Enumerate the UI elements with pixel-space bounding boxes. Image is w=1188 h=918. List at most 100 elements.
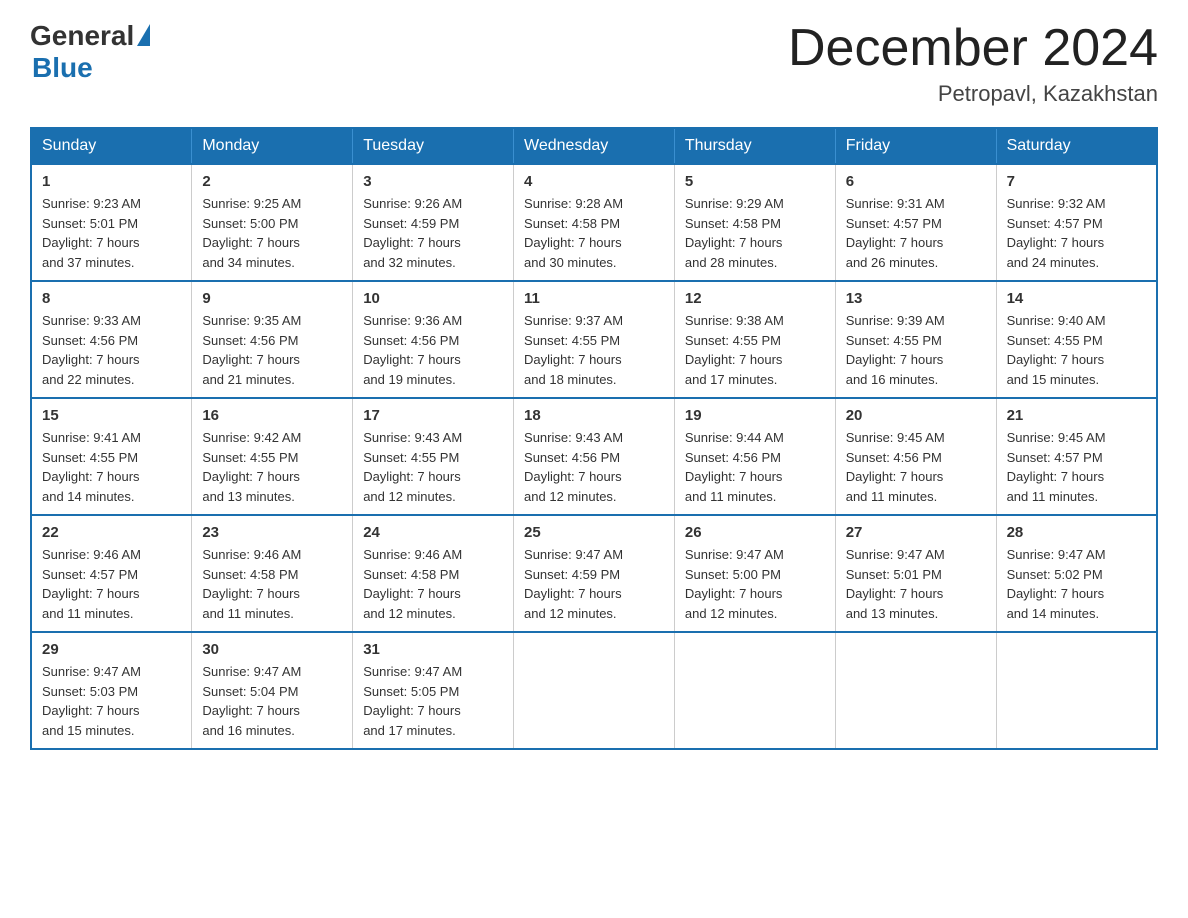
- day-number: 7: [1007, 173, 1146, 190]
- col-header-monday: Monday: [192, 128, 353, 164]
- day-cell: 12 Sunrise: 9:38 AM Sunset: 4:55 PM Dayl…: [674, 281, 835, 398]
- day-cell: 3 Sunrise: 9:26 AM Sunset: 4:59 PM Dayli…: [353, 164, 514, 281]
- day-info: Sunrise: 9:42 AM Sunset: 4:55 PM Dayligh…: [202, 428, 342, 506]
- day-cell: 16 Sunrise: 9:42 AM Sunset: 4:55 PM Dayl…: [192, 398, 353, 515]
- day-cell: 21 Sunrise: 9:45 AM Sunset: 4:57 PM Dayl…: [996, 398, 1157, 515]
- day-cell: 18 Sunrise: 9:43 AM Sunset: 4:56 PM Dayl…: [514, 398, 675, 515]
- day-number: 31: [363, 641, 503, 658]
- day-cell: [514, 632, 675, 749]
- day-cell: 24 Sunrise: 9:46 AM Sunset: 4:58 PM Dayl…: [353, 515, 514, 632]
- day-info: Sunrise: 9:45 AM Sunset: 4:56 PM Dayligh…: [846, 428, 986, 506]
- day-number: 28: [1007, 524, 1146, 541]
- day-number: 16: [202, 407, 342, 424]
- logo-triangle-icon: [137, 24, 150, 46]
- day-number: 24: [363, 524, 503, 541]
- day-cell: 5 Sunrise: 9:29 AM Sunset: 4:58 PM Dayli…: [674, 164, 835, 281]
- col-header-wednesday: Wednesday: [514, 128, 675, 164]
- day-info: Sunrise: 9:33 AM Sunset: 4:56 PM Dayligh…: [42, 311, 181, 389]
- day-cell: 27 Sunrise: 9:47 AM Sunset: 5:01 PM Dayl…: [835, 515, 996, 632]
- day-cell: 22 Sunrise: 9:46 AM Sunset: 4:57 PM Dayl…: [31, 515, 192, 632]
- day-number: 27: [846, 524, 986, 541]
- day-cell: 9 Sunrise: 9:35 AM Sunset: 4:56 PM Dayli…: [192, 281, 353, 398]
- day-number: 14: [1007, 290, 1146, 307]
- day-info: Sunrise: 9:37 AM Sunset: 4:55 PM Dayligh…: [524, 311, 664, 389]
- page-header: General Blue December 2024 Petropavl, Ka…: [30, 20, 1158, 107]
- day-number: 1: [42, 173, 181, 190]
- day-info: Sunrise: 9:38 AM Sunset: 4:55 PM Dayligh…: [685, 311, 825, 389]
- day-info: Sunrise: 9:46 AM Sunset: 4:57 PM Dayligh…: [42, 545, 181, 623]
- day-info: Sunrise: 9:43 AM Sunset: 4:55 PM Dayligh…: [363, 428, 503, 506]
- logo-general-text: General: [30, 20, 134, 52]
- day-cell: 4 Sunrise: 9:28 AM Sunset: 4:58 PM Dayli…: [514, 164, 675, 281]
- day-number: 17: [363, 407, 503, 424]
- day-info: Sunrise: 9:32 AM Sunset: 4:57 PM Dayligh…: [1007, 194, 1146, 272]
- day-info: Sunrise: 9:39 AM Sunset: 4:55 PM Dayligh…: [846, 311, 986, 389]
- day-cell: 17 Sunrise: 9:43 AM Sunset: 4:55 PM Dayl…: [353, 398, 514, 515]
- day-cell: 31 Sunrise: 9:47 AM Sunset: 5:05 PM Dayl…: [353, 632, 514, 749]
- day-number: 22: [42, 524, 181, 541]
- col-header-tuesday: Tuesday: [353, 128, 514, 164]
- week-row-5: 29 Sunrise: 9:47 AM Sunset: 5:03 PM Dayl…: [31, 632, 1157, 749]
- week-row-4: 22 Sunrise: 9:46 AM Sunset: 4:57 PM Dayl…: [31, 515, 1157, 632]
- day-info: Sunrise: 9:43 AM Sunset: 4:56 PM Dayligh…: [524, 428, 664, 506]
- week-row-1: 1 Sunrise: 9:23 AM Sunset: 5:01 PM Dayli…: [31, 164, 1157, 281]
- day-number: 4: [524, 173, 664, 190]
- calendar-table: SundayMondayTuesdayWednesdayThursdayFrid…: [30, 127, 1158, 750]
- day-cell: 10 Sunrise: 9:36 AM Sunset: 4:56 PM Dayl…: [353, 281, 514, 398]
- day-cell: 14 Sunrise: 9:40 AM Sunset: 4:55 PM Dayl…: [996, 281, 1157, 398]
- day-number: 2: [202, 173, 342, 190]
- day-info: Sunrise: 9:44 AM Sunset: 4:56 PM Dayligh…: [685, 428, 825, 506]
- day-info: Sunrise: 9:46 AM Sunset: 4:58 PM Dayligh…: [202, 545, 342, 623]
- day-number: 19: [685, 407, 825, 424]
- header-row: SundayMondayTuesdayWednesdayThursdayFrid…: [31, 128, 1157, 164]
- day-number: 10: [363, 290, 503, 307]
- day-info: Sunrise: 9:29 AM Sunset: 4:58 PM Dayligh…: [685, 194, 825, 272]
- day-number: 3: [363, 173, 503, 190]
- day-cell: 29 Sunrise: 9:47 AM Sunset: 5:03 PM Dayl…: [31, 632, 192, 749]
- day-cell: 30 Sunrise: 9:47 AM Sunset: 5:04 PM Dayl…: [192, 632, 353, 749]
- day-number: 8: [42, 290, 181, 307]
- logo: General Blue: [30, 20, 150, 84]
- day-info: Sunrise: 9:47 AM Sunset: 4:59 PM Dayligh…: [524, 545, 664, 623]
- calendar-title: December 2024: [788, 20, 1158, 77]
- day-number: 18: [524, 407, 664, 424]
- day-info: Sunrise: 9:47 AM Sunset: 5:01 PM Dayligh…: [846, 545, 986, 623]
- day-number: 30: [202, 641, 342, 658]
- day-cell: 19 Sunrise: 9:44 AM Sunset: 4:56 PM Dayl…: [674, 398, 835, 515]
- day-cell: [996, 632, 1157, 749]
- day-cell: 23 Sunrise: 9:46 AM Sunset: 4:58 PM Dayl…: [192, 515, 353, 632]
- day-info: Sunrise: 9:47 AM Sunset: 5:03 PM Dayligh…: [42, 662, 181, 740]
- week-row-3: 15 Sunrise: 9:41 AM Sunset: 4:55 PM Dayl…: [31, 398, 1157, 515]
- day-number: 20: [846, 407, 986, 424]
- day-cell: 26 Sunrise: 9:47 AM Sunset: 5:00 PM Dayl…: [674, 515, 835, 632]
- day-number: 5: [685, 173, 825, 190]
- day-cell: 25 Sunrise: 9:47 AM Sunset: 4:59 PM Dayl…: [514, 515, 675, 632]
- day-info: Sunrise: 9:40 AM Sunset: 4:55 PM Dayligh…: [1007, 311, 1146, 389]
- day-number: 15: [42, 407, 181, 424]
- day-cell: 15 Sunrise: 9:41 AM Sunset: 4:55 PM Dayl…: [31, 398, 192, 515]
- day-cell: 7 Sunrise: 9:32 AM Sunset: 4:57 PM Dayli…: [996, 164, 1157, 281]
- day-info: Sunrise: 9:31 AM Sunset: 4:57 PM Dayligh…: [846, 194, 986, 272]
- calendar-subtitle: Petropavl, Kazakhstan: [788, 81, 1158, 107]
- day-number: 25: [524, 524, 664, 541]
- day-number: 23: [202, 524, 342, 541]
- day-number: 29: [42, 641, 181, 658]
- day-number: 6: [846, 173, 986, 190]
- day-info: Sunrise: 9:35 AM Sunset: 4:56 PM Dayligh…: [202, 311, 342, 389]
- day-cell: 2 Sunrise: 9:25 AM Sunset: 5:00 PM Dayli…: [192, 164, 353, 281]
- day-cell: 11 Sunrise: 9:37 AM Sunset: 4:55 PM Dayl…: [514, 281, 675, 398]
- col-header-thursday: Thursday: [674, 128, 835, 164]
- logo-line1: General: [30, 20, 150, 52]
- day-cell: 20 Sunrise: 9:45 AM Sunset: 4:56 PM Dayl…: [835, 398, 996, 515]
- day-info: Sunrise: 9:47 AM Sunset: 5:00 PM Dayligh…: [685, 545, 825, 623]
- day-number: 26: [685, 524, 825, 541]
- day-info: Sunrise: 9:25 AM Sunset: 5:00 PM Dayligh…: [202, 194, 342, 272]
- col-header-sunday: Sunday: [31, 128, 192, 164]
- logo-blue-text: Blue: [32, 52, 93, 84]
- day-info: Sunrise: 9:45 AM Sunset: 4:57 PM Dayligh…: [1007, 428, 1146, 506]
- day-info: Sunrise: 9:41 AM Sunset: 4:55 PM Dayligh…: [42, 428, 181, 506]
- day-info: Sunrise: 9:23 AM Sunset: 5:01 PM Dayligh…: [42, 194, 181, 272]
- day-cell: [674, 632, 835, 749]
- day-cell: 1 Sunrise: 9:23 AM Sunset: 5:01 PM Dayli…: [31, 164, 192, 281]
- day-info: Sunrise: 9:26 AM Sunset: 4:59 PM Dayligh…: [363, 194, 503, 272]
